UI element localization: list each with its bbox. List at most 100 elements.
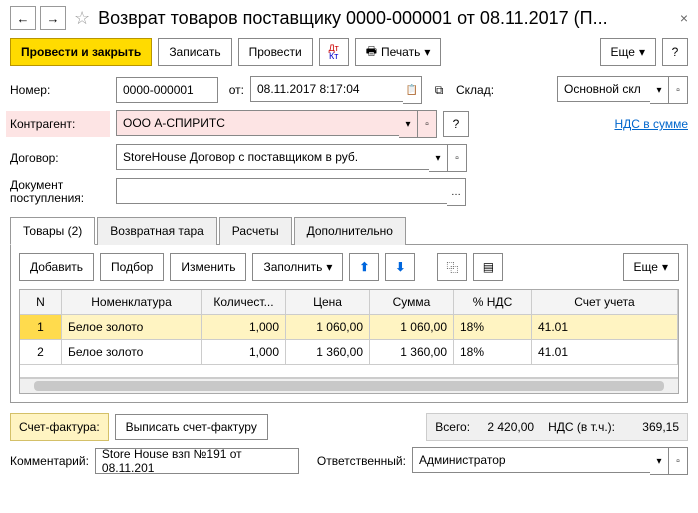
link-doc-button[interactable]: ⧉ <box>428 78 450 102</box>
chevron-down-icon: ▾ <box>639 45 645 59</box>
col-quantity: Количест... <box>202 290 286 315</box>
chevron-down-icon: ▾ <box>424 45 430 59</box>
cell-sum: 1 060,00 <box>370 315 454 340</box>
invoice-label: Счет-фактура: <box>10 413 109 441</box>
total-label: Всего: <box>435 420 470 434</box>
more-button[interactable]: Еще ▾ <box>600 38 656 66</box>
contract-input[interactable]: StoreHouse Договор с поставщиком в руб. <box>116 144 429 170</box>
warehouse-label: Склад: <box>456 83 502 97</box>
add-row-button[interactable]: Добавить <box>19 253 94 281</box>
cell-price: 1 360,00 <box>286 340 370 365</box>
col-account: Счет учета <box>532 290 678 315</box>
cell-nom: Белое золото <box>62 315 202 340</box>
counterparty-open[interactable]: ▫ <box>418 110 437 138</box>
from-label: от: <box>224 83 244 97</box>
grid-more-button[interactable]: Еще ▾ <box>623 253 679 281</box>
move-down-button[interactable]: ⬇ <box>385 253 415 281</box>
fill-button[interactable]: Заполнить ▾ <box>252 253 343 281</box>
cell-nom: Белое золото <box>62 340 202 365</box>
copy-icon: ⿻ <box>446 259 458 276</box>
cell-vat: 18% <box>454 340 532 365</box>
warehouse-dropdown[interactable]: ▾ <box>650 76 669 104</box>
responsible-label: Ответственный: <box>317 454 406 468</box>
favorite-star-icon[interactable]: ☆ <box>74 8 90 29</box>
link-icon: ⧉ <box>435 83 444 98</box>
tab-additional[interactable]: Дополнительно <box>294 217 406 245</box>
print-button[interactable]: 🖶 Печать ▾ <box>355 38 442 66</box>
nav-forward-button[interactable]: → <box>40 6 66 30</box>
nav-back-button[interactable]: ← <box>10 6 36 30</box>
cell-acct: 41.01 <box>532 315 678 340</box>
cell-sum: 1 360,00 <box>370 340 454 365</box>
cell-n: 1 <box>20 315 62 340</box>
window-title: Возврат товаров поставщику 0000-000001 о… <box>98 8 676 29</box>
counterparty-label: Контрагент: <box>6 111 110 137</box>
copy-button[interactable]: ⿻ <box>437 253 467 281</box>
contract-dropdown[interactable]: ▾ <box>429 144 448 172</box>
arrow-up-icon: ⬆ <box>359 260 369 274</box>
move-up-button[interactable]: ⬆ <box>349 253 379 281</box>
paste-icon: ▤ <box>483 260 494 274</box>
contract-label: Договор: <box>10 151 110 165</box>
date-input[interactable]: 08.11.2017 8:17:04 <box>250 76 403 102</box>
print-label: Печать <box>381 45 420 59</box>
col-vat: % НДС <box>454 290 532 315</box>
total-value: 2 420,00 <box>484 420 534 434</box>
comment-label: Комментарий: <box>10 454 89 468</box>
cell-vat: 18% <box>454 315 532 340</box>
col-sum: Сумма <box>370 290 454 315</box>
chevron-down-icon: ▾ <box>662 260 668 274</box>
arrow-down-icon: ⬇ <box>395 260 405 274</box>
grid-more-label: Еще <box>634 260 658 274</box>
tab-returnable-tare[interactable]: Возвратная тара <box>97 217 217 245</box>
responsible-input[interactable]: Администратор <box>412 447 650 473</box>
chevron-down-icon: ▾ <box>326 260 332 274</box>
tab-calculations[interactable]: Расчеты <box>219 217 292 245</box>
pick-button[interactable]: Подбор <box>100 253 164 281</box>
close-button[interactable]: × <box>680 10 688 26</box>
edit-button[interactable]: Изменить <box>170 253 246 281</box>
receipt-input[interactable] <box>116 178 447 204</box>
responsible-dropdown[interactable]: ▾ <box>650 447 669 475</box>
totals-box: Всего: 2 420,00 НДС (в т.ч.): 369,15 <box>426 413 688 441</box>
cell-price: 1 060,00 <box>286 315 370 340</box>
table-row[interactable]: 1 Белое золото 1,000 1 060,00 1 060,00 1… <box>20 315 678 340</box>
cell-n: 2 <box>20 340 62 365</box>
vat-value: 369,15 <box>629 420 679 434</box>
comment-input[interactable]: Store House взп №191 от 08.11.201 <box>95 448 299 474</box>
create-invoice-button[interactable]: Выписать счет-фактуру <box>115 414 268 440</box>
cell-acct: 41.01 <box>532 340 678 365</box>
vat-label: НДС (в т.ч.): <box>548 420 615 434</box>
help-button[interactable]: ? <box>662 38 688 66</box>
calendar-icon: 📋 <box>406 85 418 96</box>
calendar-button[interactable]: 📋 <box>403 76 422 104</box>
table-row[interactable]: 2 Белое золото 1,000 1 360,00 1 360,00 1… <box>20 340 678 365</box>
tab-goods[interactable]: Товары (2) <box>10 217 95 245</box>
save-button[interactable]: Записать <box>158 38 231 66</box>
contract-open[interactable]: ▫ <box>448 144 467 172</box>
receipt-select[interactable]: … <box>447 178 466 206</box>
paste-button[interactable]: ▤ <box>473 253 503 281</box>
counterparty-dropdown[interactable]: ▾ <box>399 110 418 138</box>
counterparty-help[interactable]: ? <box>443 111 469 137</box>
receipt-label: Документ поступления: <box>10 179 110 205</box>
responsible-open[interactable]: ▫ <box>669 447 688 475</box>
col-n: N <box>20 290 62 315</box>
number-input[interactable]: 0000-000001 <box>116 77 218 103</box>
warehouse-open[interactable]: ▫ <box>669 76 688 104</box>
warehouse-input[interactable]: Основной скл <box>557 76 650 102</box>
vat-mode-link[interactable]: НДС в сумме <box>614 117 688 131</box>
dtkt-button[interactable]: ДтКт <box>319 38 349 66</box>
post-button[interactable]: Провести <box>238 38 313 66</box>
col-nomenclature: Номенклатура <box>62 290 202 315</box>
cell-qty: 1,000 <box>202 340 286 365</box>
more-label: Еще <box>611 45 635 59</box>
col-price: Цена <box>286 290 370 315</box>
horizontal-scrollbar[interactable] <box>20 378 678 393</box>
post-and-close-button[interactable]: Провести и закрыть <box>10 38 152 66</box>
counterparty-input[interactable]: ООО А-СПИРИТС <box>116 110 399 136</box>
cell-qty: 1,000 <box>202 315 286 340</box>
fill-label: Заполнить <box>263 260 322 274</box>
goods-grid[interactable]: N Номенклатура Количест... Цена Сумма % … <box>19 289 679 394</box>
printer-icon: 🖶 <box>366 42 377 63</box>
